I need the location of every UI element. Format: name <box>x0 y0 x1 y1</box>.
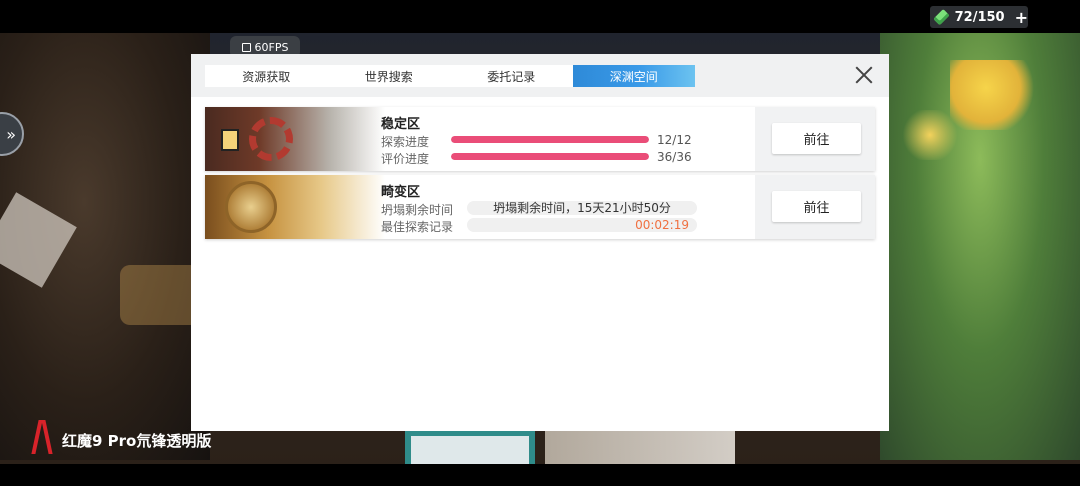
explore-progress-fill <box>451 136 649 143</box>
lantern-icon <box>221 129 239 151</box>
go-button[interactable]: 前往 <box>772 123 861 154</box>
zone-thumbnail <box>205 107 385 171</box>
zone-row-stable: 稳定区 探索进度 12/12 评价进度 36/36 前往 <box>205 107 875 171</box>
abyss-space-panel: 资源获取 世界搜索 委托记录 深渊空间 稳定区 探索进度 12/12 评价进度 … <box>191 54 889 431</box>
bottom-black-bar <box>0 464 1080 486</box>
fps-label: 60FPS <box>254 40 289 54</box>
rating-progress-bar <box>451 153 649 160</box>
stamina-indicator[interactable]: 72/150 + <box>930 6 1028 28</box>
fps-icon <box>241 42 251 52</box>
tab-abyss-space[interactable]: 深渊空间 <box>572 65 695 87</box>
best-record-label: 最佳探索记录 <box>381 220 454 234</box>
zone-action-area: 前往 <box>755 175 875 239</box>
zone-thumbnail <box>205 175 385 239</box>
device-watermark: 红魔9 Pro氘锋透明版 <box>30 420 211 460</box>
tab-list: 资源获取 世界搜索 委托记录 深渊空间 <box>205 65 695 87</box>
tab-resource-acquire[interactable]: 资源获取 <box>205 65 328 87</box>
red-magic-logo-icon <box>30 420 56 460</box>
best-record-value: 00:02:19 <box>467 218 697 232</box>
clockwork-icon <box>225 181 277 233</box>
zone-name: 稳定区 <box>381 117 421 132</box>
explore-progress-bar <box>451 136 649 143</box>
go-button[interactable]: 前往 <box>772 191 861 222</box>
double-chevron-icon: » <box>6 124 16 144</box>
green-crystal-icon <box>933 9 950 25</box>
explore-progress-value: 12/12 <box>657 133 692 147</box>
zone-action-area: 前往 <box>755 107 875 171</box>
rating-progress-value: 36/36 <box>657 150 692 164</box>
rating-progress-fill <box>451 153 649 160</box>
explore-progress-label: 探索进度 <box>381 135 430 149</box>
top-black-bar <box>0 0 1080 33</box>
tab-world-search[interactable]: 世界搜索 <box>328 65 451 87</box>
stamina-value: 72/150 <box>954 9 1005 25</box>
add-stamina-button[interactable]: + <box>1015 8 1028 27</box>
rating-progress-label: 评价进度 <box>381 152 430 166</box>
tab-commission-record[interactable]: 委托记录 <box>450 65 573 87</box>
zone-name: 畸变区 <box>381 185 421 200</box>
collapse-time-label: 坍塌剩余时间 <box>381 203 454 217</box>
device-watermark-text: 红魔9 Pro氘锋透明版 <box>62 431 212 450</box>
gear-icon <box>249 117 293 161</box>
close-icon[interactable] <box>855 66 873 84</box>
zone-row-distorted: 畸变区 坍塌剩余时间 坍塌剩余时间，15天21小时50分 最佳探索记录 00:0… <box>205 175 875 239</box>
collapse-time-value: 坍塌剩余时间，15天21小时50分 <box>467 201 697 215</box>
tab-bar: 资源获取 世界搜索 委托记录 深渊空间 <box>191 54 889 97</box>
